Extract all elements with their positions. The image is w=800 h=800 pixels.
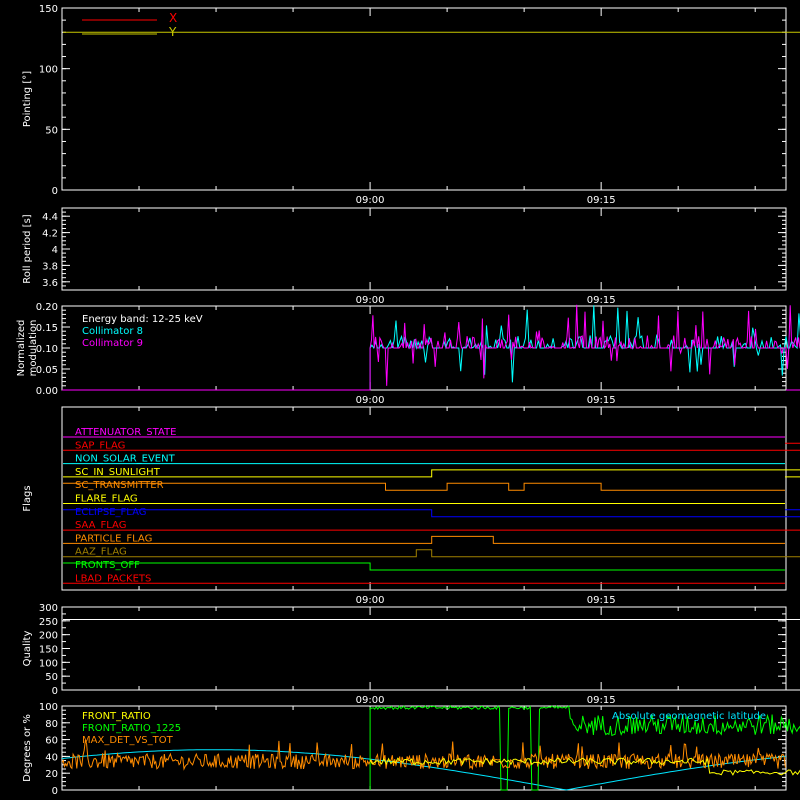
y-tick-label: 50 [45, 672, 58, 683]
y-tick-label: 250 [39, 617, 58, 628]
flag-label-non-solar-event: NON_SOLAR_EVENT [75, 454, 176, 465]
x-tick-label: 09:15 [587, 295, 616, 306]
flag-label-flare-flag: FLARE_FLAG [75, 494, 138, 505]
y-tick-label: 150 [39, 4, 58, 15]
y-tick-label: 4.4 [42, 212, 58, 223]
figure: 09:0009:1509:3009:4510:0010:15050100150P… [0, 0, 800, 800]
y-tick-label: 150 [39, 645, 58, 656]
y-tick-label: 40 [45, 752, 58, 763]
x-tick-label: 09:00 [356, 595, 385, 606]
y-tick-label: 100 [39, 658, 58, 669]
y-tick-label: 60 [45, 736, 58, 747]
flag-label-sc-in-sunlight: SC_IN_SUNLIGHT [75, 467, 161, 478]
y-tick-label: 50 [45, 125, 58, 136]
flag-label-sap-flag: SAP_FLAG [75, 440, 125, 451]
y-tick-label: 0.10 [36, 344, 58, 355]
x-tick-label: 09:00 [356, 195, 385, 206]
y-tick-label: 100 [39, 65, 58, 76]
y-tick-label: 3.8 [42, 261, 58, 272]
legend-label-front-ratio: FRONT_RATIO [82, 711, 151, 722]
y-tick-label: 80 [45, 719, 58, 730]
y-tick-label: 3.6 [42, 278, 58, 289]
x-tick-label: 09:00 [356, 395, 385, 406]
flag-label-attenuator-state: ATTENUATOR_STATE [75, 427, 176, 438]
y-tick-label: 4 [52, 245, 58, 256]
flag-label-particle-flag: PARTICLE_FLAG [75, 533, 152, 544]
y-tick-label: 0.15 [36, 323, 58, 334]
legend-label-front-ratio-1225: FRONT_RATIO_1225 [82, 723, 181, 734]
y-axis-label: Quality [22, 631, 33, 667]
y-axis-label: Roll period [s] [22, 214, 33, 283]
y-tick-label: 0.00 [36, 386, 58, 397]
y-tick-label: 0 [52, 186, 58, 197]
flag-label-eclipse-flag: ECLIPSE_FLAG [75, 507, 146, 518]
y-axis-label: Pointing [°] [22, 71, 33, 127]
legend-label-collimator-8: Collimator 8 [82, 326, 143, 337]
x-tick-label: 09:15 [587, 195, 616, 206]
legend-label-collimator-9: Collimator 9 [82, 338, 143, 349]
y-tick-label: 20 [45, 769, 58, 780]
energy-band-annotation: Energy band: 12-25 keV [82, 314, 203, 325]
y-tick-label: 100 [39, 702, 58, 713]
flag-label-sc-transmitter: SC_TRANSMITTER [75, 480, 164, 491]
legend-label-geomagnetic-latitude: Absolute geomagnetic latitude [612, 711, 766, 722]
y-axis-label: Normalized [16, 320, 27, 377]
y-tick-label: 0 [52, 686, 58, 697]
legend-label-y: Y [168, 25, 177, 39]
y-axis-label: modulation [28, 320, 39, 377]
y-tick-label: 200 [39, 631, 58, 642]
flag-label-saa-flag: SAA_FLAG [75, 520, 126, 531]
x-tick-label: 09:00 [356, 295, 385, 306]
x-tick-label: 09:15 [587, 395, 616, 406]
y-tick-label: 0.20 [36, 302, 58, 313]
flag-label-fronts-off: FRONTS_OFF [75, 560, 140, 571]
y-tick-label: 300 [39, 603, 58, 614]
y-tick-label: 0.05 [36, 365, 58, 376]
x-tick-label: 09:15 [587, 595, 616, 606]
y-axis-label: Degrees or % [22, 714, 33, 782]
y-tick-label: 0 [52, 786, 58, 797]
legend-label-max-det-vs-tot: MAX_DET_VS_TOT [82, 735, 174, 746]
flag-label-aaz-flag: AAZ_FLAG [75, 547, 127, 558]
y-axis-label: Flags [22, 485, 33, 511]
x-tick-label: 09:15 [587, 695, 616, 706]
legend-label-x: X [169, 11, 177, 25]
y-tick-label: 4.2 [42, 229, 58, 240]
x-tick-label: 09:00 [356, 695, 385, 706]
flag-label-lbad-packets: LBAD_PACKETS [75, 573, 151, 584]
